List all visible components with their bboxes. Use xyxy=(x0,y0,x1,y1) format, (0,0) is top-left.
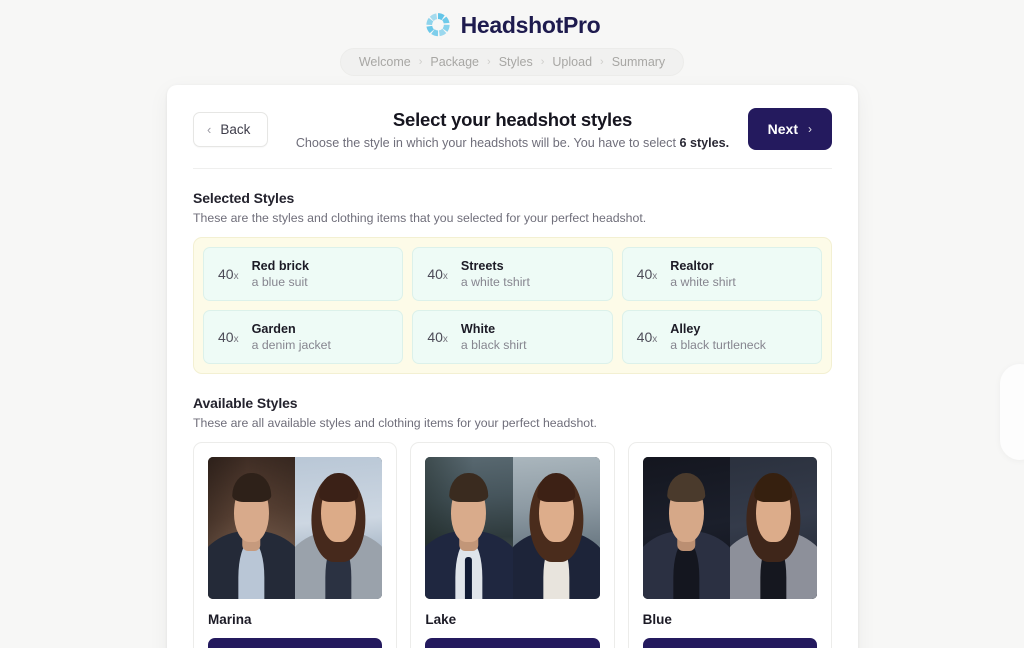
breadcrumb-separator-icon: › xyxy=(487,55,491,68)
available-styles-subtitle: These are all available styles and cloth… xyxy=(193,416,597,430)
style-clothing: a white tshirt xyxy=(460,275,530,289)
style-card-name: Blue xyxy=(642,612,672,627)
style-count-value: 40 xyxy=(427,329,443,345)
style-preview-images xyxy=(642,457,817,599)
style-name: White xyxy=(460,322,496,336)
breadcrumb-item-styles[interactable]: Styles xyxy=(499,55,533,69)
selected-style-item[interactable]: 40x Alley a black turtleneck xyxy=(621,310,822,364)
style-count-unit: x xyxy=(233,334,239,345)
style-count-unit: x xyxy=(442,334,448,345)
chevron-left-icon: ‹ xyxy=(207,121,212,137)
selected-style-item[interactable]: 40x White a black shirt xyxy=(412,310,613,364)
breadcrumb-item-package[interactable]: Package xyxy=(430,55,479,69)
selected-styles-title: Selected Styles xyxy=(193,190,295,206)
brand-header: HeadshotPro xyxy=(0,0,1024,39)
style-count-value: 40 xyxy=(218,329,234,345)
style-count-value: 40 xyxy=(636,329,653,345)
portrait-thumbnail-male xyxy=(425,457,513,599)
page-subtitle: Choose the style in which your headshots… xyxy=(193,136,832,150)
selected-styles-container: 40x Red brick a blue suit 40x Streets a … xyxy=(193,237,832,374)
style-name: Garden xyxy=(251,322,296,336)
selected-style-item[interactable]: 40x Red brick a blue suit xyxy=(203,247,404,301)
style-count: 40x xyxy=(427,266,448,282)
select-background-button[interactable]: Select background xyxy=(208,638,383,648)
next-button[interactable]: Next › xyxy=(747,108,832,150)
next-button-label: Next xyxy=(767,121,798,137)
style-clothing: a white shirt xyxy=(670,275,736,289)
main-card: ‹ Back Select your headshot styles Choos… xyxy=(167,85,858,648)
selected-styles-section: Selected Styles These are the styles and… xyxy=(193,190,832,374)
breadcrumb-item-summary[interactable]: Summary xyxy=(612,55,665,69)
style-count: 40x xyxy=(637,329,658,345)
style-count-unit: x xyxy=(233,271,239,282)
floating-widget-button[interactable] xyxy=(1000,364,1024,460)
style-count: 40x xyxy=(218,329,239,345)
breadcrumb: Welcome › Package › Styles › Upload › Su… xyxy=(0,48,1024,76)
style-card-name: Marina xyxy=(208,612,252,627)
style-count-value: 40 xyxy=(427,266,443,282)
style-clothing: a black shirt xyxy=(460,338,527,352)
style-clothing: a denim jacket xyxy=(251,338,331,352)
style-count: 40x xyxy=(637,266,658,282)
page-subtitle-strong: 6 styles. xyxy=(679,135,730,150)
style-count: 40x xyxy=(427,329,448,345)
portrait-thumbnail-female xyxy=(512,457,600,599)
style-clothing: a blue suit xyxy=(251,275,308,289)
portrait-thumbnail-male xyxy=(642,457,730,599)
style-preview-images xyxy=(425,457,600,599)
style-card-name: Lake xyxy=(425,612,457,627)
breadcrumb-separator-icon: › xyxy=(418,55,423,68)
select-background-button[interactable]: Select background xyxy=(642,638,817,648)
headshotpro-petal-logo-icon xyxy=(425,13,450,37)
breadcrumb-pill: Welcome › Package › Styles › Upload › Su… xyxy=(339,48,685,76)
style-name: Red brick xyxy=(251,259,309,273)
portrait-thumbnail-female xyxy=(729,457,817,599)
selected-style-item[interactable]: 40x Streets a white tshirt xyxy=(412,247,613,301)
breadcrumb-item-welcome[interactable]: Welcome xyxy=(359,55,411,69)
select-background-button[interactable]: Select background xyxy=(425,638,600,648)
chevron-right-icon: › xyxy=(808,122,812,136)
breadcrumb-item-upload[interactable]: Upload xyxy=(552,55,592,69)
style-name: Alley xyxy=(670,322,701,336)
header-text-block: Select your headshot styles Choose the s… xyxy=(193,109,832,150)
style-count-unit: x xyxy=(442,271,448,282)
app-page: HeadshotPro Welcome › Package › Styles ›… xyxy=(0,0,1024,648)
style-card-blue[interactable]: Blue Select background xyxy=(627,442,832,648)
style-name: Realtor xyxy=(670,259,714,273)
style-clothing: a black turtleneck xyxy=(670,338,766,352)
breadcrumb-separator-icon: › xyxy=(600,55,604,68)
style-count-value: 40 xyxy=(218,266,234,282)
portrait-thumbnail-female xyxy=(295,457,383,599)
card-header: ‹ Back Select your headshot styles Choos… xyxy=(193,85,832,169)
page-subtitle-text: Choose the style in which your headshots… xyxy=(295,135,680,150)
style-count-unit: x xyxy=(652,271,658,282)
portrait-thumbnail-male xyxy=(208,457,296,599)
style-card-marina[interactable]: Marina Select background xyxy=(193,442,398,648)
style-card-lake[interactable]: Lake Select background xyxy=(410,442,615,648)
brand-name: HeadshotPro xyxy=(460,11,601,38)
available-styles-section: Available Styles These are all available… xyxy=(193,395,832,648)
style-count: 40x xyxy=(218,266,239,282)
selected-style-item[interactable]: 40x Garden a denim jacket xyxy=(203,310,404,364)
style-preview-images xyxy=(208,457,383,599)
style-count-unit: x xyxy=(652,334,658,345)
back-button-label: Back xyxy=(220,121,251,137)
selected-styles-subtitle: These are the styles and clothing items … xyxy=(193,211,647,225)
style-count-value: 40 xyxy=(636,266,653,282)
breadcrumb-separator-icon: › xyxy=(540,55,545,68)
selected-style-item[interactable]: 40x Realtor a white shirt xyxy=(621,247,822,301)
available-styles-grid: Marina Select background xyxy=(193,442,832,648)
available-styles-title: Available Styles xyxy=(193,395,298,411)
page-title: Select your headshot styles xyxy=(392,108,633,130)
style-name: Streets xyxy=(460,259,504,273)
back-button[interactable]: ‹ Back xyxy=(193,111,269,147)
